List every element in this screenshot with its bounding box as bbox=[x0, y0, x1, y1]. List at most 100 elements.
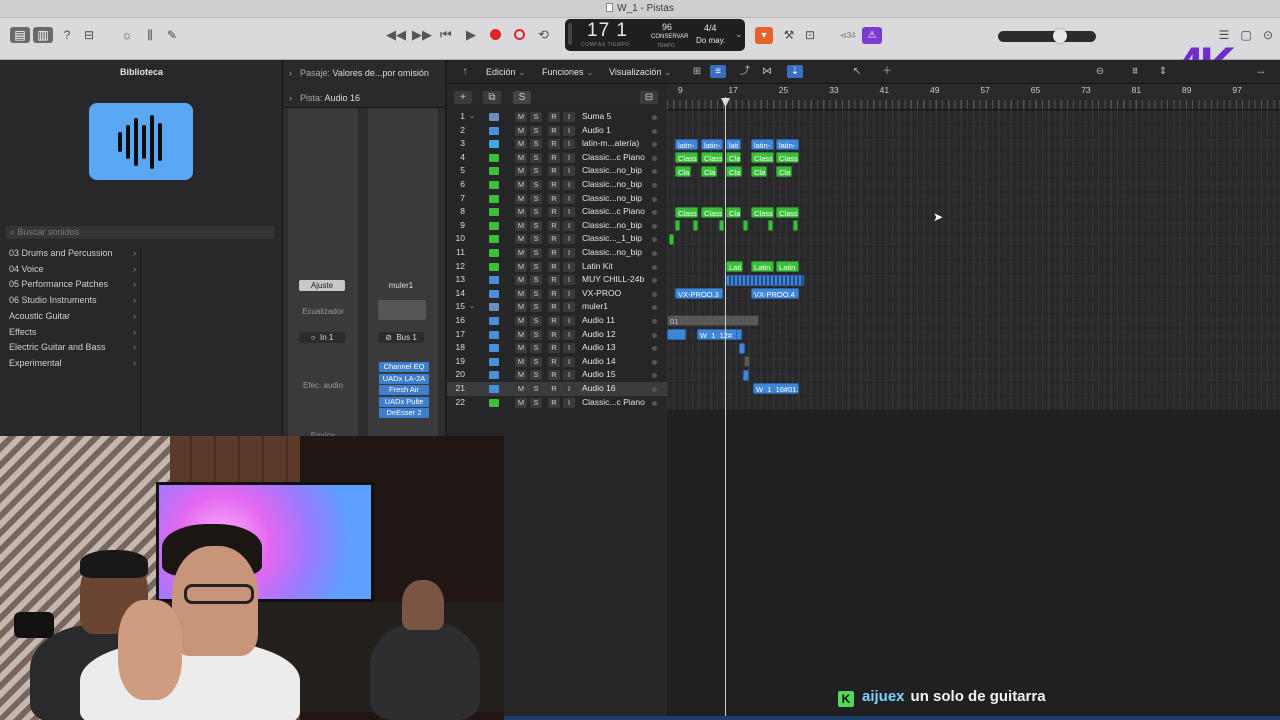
solo-button[interactable]: S bbox=[530, 112, 542, 122]
region[interactable]: VX-PROO.3 bbox=[675, 288, 723, 300]
record-enable-button[interactable]: R bbox=[548, 397, 560, 408]
mute-button[interactable]: M bbox=[515, 397, 527, 408]
grid-view-icon[interactable]: ⊞ bbox=[689, 65, 705, 78]
track-header[interactable]: 8 M S R I Classic...c Piano bbox=[447, 205, 667, 219]
solo-button[interactable]: S bbox=[530, 384, 542, 394]
duplicate-track-button[interactable]: ⧉ bbox=[483, 91, 501, 104]
input-monitor-button[interactable]: I bbox=[563, 316, 575, 326]
midi-note-region[interactable] bbox=[719, 220, 724, 232]
solo-button[interactable]: S bbox=[530, 220, 542, 231]
list-view-icon[interactable]: ≡ bbox=[710, 65, 726, 78]
region[interactable]: latin- bbox=[701, 138, 723, 150]
track-name[interactable]: Audio 1 bbox=[582, 124, 611, 138]
mute-button[interactable]: M bbox=[515, 166, 527, 177]
record-enable-button[interactable]: R bbox=[548, 125, 560, 136]
solo-button[interactable]: S bbox=[530, 356, 542, 367]
midi-note-region[interactable] bbox=[669, 233, 674, 245]
track-name[interactable]: Classic...no_bip bbox=[582, 164, 642, 178]
add-track-button[interactable]: + bbox=[454, 91, 472, 104]
midi-note-region[interactable] bbox=[743, 220, 748, 232]
library-toggle-button[interactable]: ▤ bbox=[10, 27, 30, 43]
track-name[interactable]: VX-PROO bbox=[582, 287, 621, 301]
record-enable-button[interactable]: R bbox=[548, 220, 560, 231]
region[interactable]: latin- bbox=[776, 138, 799, 150]
track-name[interactable]: Classic...c Piano bbox=[582, 396, 645, 410]
record-enable-button[interactable]: R bbox=[548, 234, 560, 245]
track-name[interactable]: muler1 bbox=[582, 300, 608, 314]
track-name[interactable]: Audio 13 bbox=[582, 341, 616, 355]
pencil-tool-icon[interactable]: ＋ bbox=[879, 65, 895, 78]
region[interactable]: Cla bbox=[751, 165, 767, 177]
region[interactable]: VX-PROO.4 bbox=[751, 288, 799, 300]
track-name[interactable]: Classic...c Piano bbox=[582, 205, 645, 219]
automation-icon[interactable]: ⤴ bbox=[737, 65, 753, 78]
folder-disclosure-icon[interactable]: ⌄ bbox=[469, 300, 475, 314]
track-name[interactable]: Classic...c Piano bbox=[582, 151, 645, 165]
audio-region-small[interactable] bbox=[743, 369, 749, 381]
edit-menu[interactable]: Edición ⌄ bbox=[486, 67, 525, 77]
quick-help-icon[interactable]: ? bbox=[57, 27, 77, 43]
mute-button[interactable]: M bbox=[515, 261, 527, 272]
solo-button[interactable]: S bbox=[530, 207, 542, 218]
region[interactable] bbox=[667, 328, 686, 340]
region[interactable]: Class bbox=[776, 152, 799, 164]
record-enable-button[interactable]: R bbox=[548, 343, 560, 354]
record-enable-button[interactable]: R bbox=[548, 207, 560, 218]
mute-button[interactable]: M bbox=[515, 152, 527, 163]
input-monitor-button[interactable]: I bbox=[563, 397, 575, 408]
forward-button[interactable]: ▶▶ bbox=[412, 27, 432, 43]
region[interactable]: 01 bbox=[667, 315, 759, 327]
mute-button[interactable]: M bbox=[515, 370, 527, 381]
track-header[interactable]: 1 ⌄ M S R I Suma 5 bbox=[447, 110, 667, 124]
solo-button[interactable]: S bbox=[530, 125, 542, 136]
mute-button[interactable]: M bbox=[515, 329, 527, 340]
track-header[interactable]: 16 M S R I Audio 11 bbox=[447, 314, 667, 328]
region[interactable]: Lati bbox=[726, 260, 743, 272]
solo-button[interactable]: S bbox=[530, 139, 542, 150]
flex-icon[interactable]: ⋈ bbox=[759, 65, 775, 78]
solo-button[interactable]: S bbox=[530, 180, 542, 190]
mute-button[interactable]: M bbox=[515, 207, 527, 218]
track-header[interactable]: 5 M S R I Classic...no_bip bbox=[447, 164, 667, 178]
region[interactable]: Cla bbox=[726, 152, 741, 164]
record-enable-button[interactable]: R bbox=[548, 370, 560, 381]
record-enable-button[interactable]: R bbox=[548, 193, 560, 204]
track-header[interactable]: 7 M S R I Classic...no_bip bbox=[447, 192, 667, 206]
input-monitor-button[interactable]: I bbox=[563, 152, 575, 163]
track-header[interactable]: 2 M S R I Audio 1 bbox=[447, 124, 667, 138]
input-monitor-button[interactable]: I bbox=[563, 261, 575, 272]
solo-button[interactable]: S bbox=[530, 152, 542, 163]
playhead[interactable] bbox=[725, 97, 726, 720]
input-monitor-button[interactable]: I bbox=[563, 343, 575, 354]
track-name[interactable]: MUY CHILL-24b bbox=[582, 273, 644, 287]
library-category-item[interactable]: Electric Guitar and Bass › bbox=[0, 340, 140, 355]
region[interactable]: lati bbox=[726, 138, 741, 150]
input-monitor-button[interactable]: I bbox=[563, 125, 575, 136]
mute-button[interactable]: M bbox=[515, 139, 527, 150]
track-inspector-row[interactable]: › Pista: Audio 16 bbox=[289, 93, 360, 103]
track-header[interactable]: 10 M S R I Classic..._1_bip bbox=[447, 232, 667, 246]
solo-button[interactable]: S bbox=[530, 288, 542, 299]
audio-region-small[interactable] bbox=[744, 356, 750, 368]
input-monitor-button[interactable]: I bbox=[563, 207, 575, 218]
midi-note-region[interactable] bbox=[768, 220, 773, 232]
region[interactable]: latin- bbox=[675, 138, 698, 150]
record-enable-button[interactable]: R bbox=[548, 261, 560, 272]
midi-note-region[interactable] bbox=[675, 220, 680, 232]
mute-button[interactable]: M bbox=[515, 193, 527, 204]
region[interactable]: Class bbox=[776, 206, 799, 218]
plugin-slot[interactable]: UADx Pulte bbox=[379, 396, 429, 407]
record-enable-button[interactable]: R bbox=[548, 275, 560, 286]
region[interactable]: Class bbox=[675, 152, 698, 164]
setting-button[interactable]: Ajuste bbox=[299, 280, 345, 291]
plugin-alert-button[interactable]: ⚠ bbox=[862, 27, 882, 44]
region[interactable]: Cla bbox=[726, 206, 741, 218]
input-monitor-button[interactable]: I bbox=[563, 139, 575, 150]
plugin-slot[interactable]: UADx LA-2A bbox=[379, 373, 429, 384]
input-monitor-button[interactable]: I bbox=[563, 112, 575, 122]
tuner-button[interactable]: ▾ bbox=[755, 27, 773, 44]
library-category-item[interactable]: Acoustic Guitar › bbox=[0, 309, 140, 324]
smart-controls-icon[interactable]: ☼ bbox=[117, 27, 137, 43]
snap-icon[interactable]: ⊖ bbox=[1092, 65, 1108, 78]
solo-button[interactable]: S bbox=[530, 234, 542, 245]
